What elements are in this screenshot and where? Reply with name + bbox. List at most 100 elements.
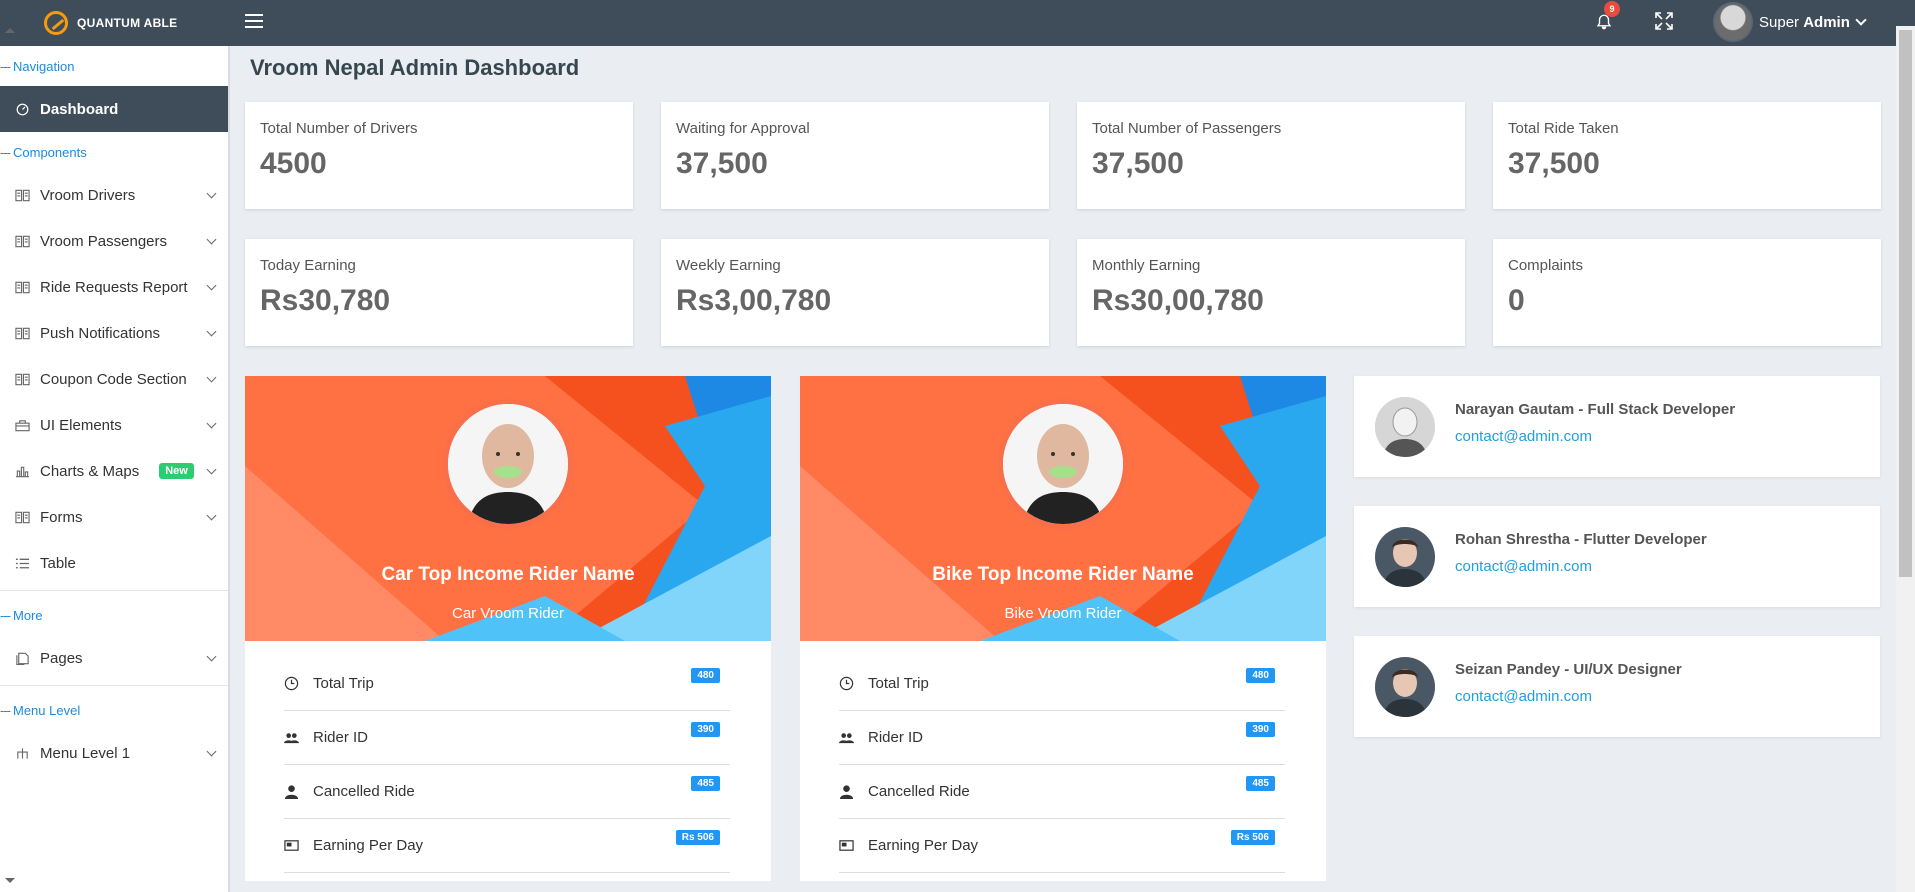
stat-card: Waiting for Approval 37,500 (661, 102, 1049, 209)
pages-icon (16, 652, 29, 665)
sidebar-item-dashboard[interactable]: Dashboard (0, 86, 228, 132)
sidebar-item-label: Charts & Maps (40, 462, 140, 480)
sidebar-item-menu-level-1[interactable]: Menu Level 1 (0, 730, 228, 776)
sidebar-item-push-notifications[interactable]: Push Notifications (0, 310, 228, 356)
list-item: Cancelled Ride 485 (284, 765, 730, 819)
sidebar-item-ride-requests-report[interactable]: Ride Requests Report (0, 264, 228, 310)
scrollbar-thumb[interactable] (1899, 30, 1912, 577)
chevron-down-icon (206, 510, 217, 521)
top-navbar: QUANTUM ABLE 9 Super Admin (0, 0, 1915, 46)
sidebar-item-label: Table (40, 554, 76, 572)
menu-icon[interactable] (245, 14, 263, 30)
avatar (1375, 657, 1435, 717)
sidebar-item-label: Vroom Passengers (40, 232, 168, 250)
notification-button[interactable]: 9 (1595, 1, 1620, 34)
sidebar-item-charts-maps[interactable]: Charts & Maps New (0, 448, 228, 494)
sidebar-item-vroom-passengers[interactable]: Vroom Passengers (0, 218, 228, 264)
users-icon (284, 733, 299, 744)
user-menu[interactable]: Super Admin (1713, 2, 1867, 42)
stat-label: Weekly Earning (676, 257, 781, 274)
chevron-down-icon (206, 372, 217, 383)
contact-email-link[interactable]: contact@admin.com (1455, 558, 1592, 575)
nav-caption-components: Components (0, 132, 228, 172)
contact-name: Seizan Pandey - UI/UX Designer (1455, 661, 1682, 678)
cover-image: Car Top Income Rider Name Car Vroom Ride… (245, 376, 771, 641)
sidebar-item-forms[interactable]: Forms (0, 494, 228, 540)
contact-name: Narayan Gautam - Full Stack Developer (1455, 401, 1736, 418)
sidebar-item-label: UI Elements (40, 416, 122, 434)
scroll-down-icon[interactable] (5, 878, 15, 883)
stat-value: 37,500 (1092, 147, 1184, 180)
list-item: Earning Per Day Rs 506 (284, 819, 730, 873)
contact-card: Rohan Shrestha - Flutter Developer conta… (1354, 506, 1880, 607)
sidebar-item-ui-elements[interactable]: UI Elements (0, 402, 228, 448)
stat-value: 37,500 (676, 147, 768, 180)
sidebar-item-pages[interactable]: Pages (0, 635, 228, 681)
chevron-down-icon (206, 280, 217, 291)
fullscreen-button[interactable] (1654, 11, 1674, 31)
avatar (1375, 527, 1435, 587)
logo-icon (44, 11, 68, 35)
sidebar-item-table[interactable]: Table (0, 540, 228, 586)
stat-label: Total Number of Passengers (1092, 120, 1282, 137)
dashboard-icon (16, 103, 29, 115)
stat-value: 4500 (260, 147, 327, 180)
book-icon (15, 511, 30, 523)
list-item: Rider ID 390 (839, 711, 1285, 765)
fullscreen-icon (1655, 12, 1673, 30)
contact-email-link[interactable]: contact@admin.com (1455, 688, 1592, 705)
rider-stats-list: Total Trip 480 Rider ID 390 Cancelled Ri… (284, 657, 730, 873)
stat-value: 0 (1508, 284, 1525, 317)
list-item: Total Trip 480 (839, 657, 1285, 711)
sitemap-icon (17, 747, 28, 759)
brand[interactable]: QUANTUM ABLE (44, 11, 177, 35)
stat-value: Rs30,780 (260, 284, 391, 317)
book-icon (15, 327, 30, 339)
avatar (1713, 2, 1753, 42)
nav-caption-navigation: Navigation (0, 46, 228, 86)
count-badge: 480 (691, 668, 720, 683)
count-badge: 480 (1246, 668, 1275, 683)
stat-card: Total Number of Passengers 37,500 (1077, 102, 1465, 209)
list-item: Earning Per Day Rs 506 (839, 819, 1285, 873)
rider-name: Car Top Income Rider Name (381, 564, 635, 585)
contact-email-link[interactable]: contact@admin.com (1455, 428, 1592, 445)
count-badge: 485 (691, 776, 720, 791)
rider-subtitle: Bike Vroom Rider (1004, 605, 1122, 622)
rider-stats-list: Total Trip 480 Rider ID 390 Cancelled Ri… (839, 657, 1285, 873)
book-icon (15, 189, 30, 201)
scroll-up-icon[interactable] (5, 28, 15, 33)
stat-card: Total Ride Taken 37,500 (1493, 102, 1881, 209)
sidebar-item-label: Vroom Drivers (40, 186, 136, 204)
user-name: Super Admin (1759, 13, 1850, 31)
book-icon (15, 235, 30, 247)
list-item: Rider ID 390 (284, 711, 730, 765)
user-icon (284, 785, 299, 799)
rider-subtitle: Car Vroom Rider (452, 605, 564, 622)
sidebar-item-label: Push Notifications (40, 324, 161, 342)
stat-card: Today Earning Rs30,780 (245, 239, 633, 346)
sidebar-item-label: Menu Level 1 (40, 744, 131, 762)
stat-card: Complaints 0 (1493, 239, 1881, 346)
sidebar-item-vroom-drivers[interactable]: Vroom Drivers (0, 172, 228, 218)
sidebar-item-coupon-code-section[interactable]: Coupon Code Section (0, 356, 228, 402)
sidebar-item-label: Pages (40, 649, 83, 667)
count-badge: 390 (691, 722, 720, 737)
sidebar-item-label: Forms (40, 508, 83, 526)
card-icon (839, 840, 854, 851)
book-icon (15, 281, 30, 293)
list-item: Total Trip 480 (284, 657, 730, 711)
users-icon (839, 733, 854, 744)
stat-label: Complaints (1508, 257, 1584, 274)
stat-value: Rs3,00,780 (676, 284, 832, 317)
chevron-down-icon (206, 326, 217, 337)
divider (0, 685, 228, 686)
contact-card: Narayan Gautam - Full Stack Developer co… (1354, 376, 1880, 477)
stat-label: Monthly Earning (1092, 257, 1201, 274)
stat-label: Total Number of Drivers (260, 120, 418, 137)
stat-value: 37,500 (1508, 147, 1600, 180)
clock-icon (839, 676, 854, 691)
scrollbar[interactable] (1896, 26, 1915, 892)
stat-label: Total Ride Taken (1508, 120, 1619, 137)
chevron-down-icon (206, 464, 217, 475)
